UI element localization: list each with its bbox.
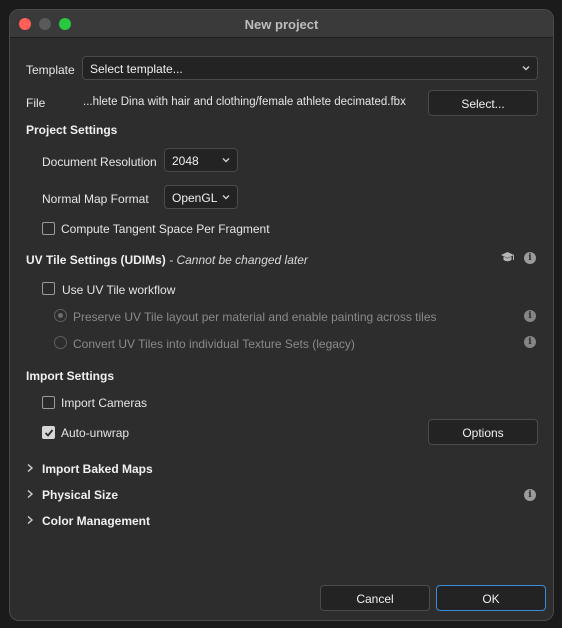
ok-button[interactable]: OK xyxy=(436,585,546,611)
use-uv-tile-label: Use UV Tile workflow xyxy=(62,283,176,297)
physical-size-section[interactable]: Physical Size xyxy=(26,488,118,502)
normal-map-format-label: Normal Map Format xyxy=(42,192,149,206)
info-icon[interactable]: i xyxy=(524,336,536,348)
import-baked-maps-section[interactable]: Import Baked Maps xyxy=(26,462,153,476)
color-management-label: Color Management xyxy=(42,514,151,528)
window-title: New project xyxy=(244,17,319,32)
preserve-uv-tile-label: Preserve UV Tile layout per material and… xyxy=(73,310,437,324)
chevron-down-icon xyxy=(522,66,530,71)
checkmark-icon xyxy=(44,429,54,437)
document-resolution-select[interactable]: 2048 xyxy=(164,148,238,172)
chevron-right-icon xyxy=(27,463,34,473)
options-button[interactable]: Options xyxy=(428,419,538,445)
template-label: Template xyxy=(26,63,75,77)
cancel-button[interactable]: Cancel xyxy=(320,585,430,611)
preserve-uv-tile-radio[interactable] xyxy=(54,309,67,322)
compute-tangent-checkbox[interactable] xyxy=(42,222,55,235)
chevron-down-icon xyxy=(222,158,230,163)
template-select[interactable]: Select template... xyxy=(82,56,538,80)
auto-unwrap-checkbox[interactable] xyxy=(42,426,55,439)
chevron-down-icon xyxy=(222,195,230,200)
compute-tangent-label: Compute Tangent Space Per Fragment xyxy=(61,222,270,236)
auto-unwrap-label: Auto-unwrap xyxy=(61,426,130,440)
import-baked-maps-label: Import Baked Maps xyxy=(42,462,153,476)
select-file-button[interactable]: Select... xyxy=(428,90,538,116)
template-select-value: Select template... xyxy=(90,62,183,76)
uv-tile-heading-row: UV Tile Settings (UDIMs) - Cannot be cha… xyxy=(26,253,308,267)
convert-uv-tile-radio[interactable] xyxy=(54,336,67,349)
document-resolution-label: Document Resolution xyxy=(42,155,157,169)
chevron-right-icon xyxy=(27,489,34,499)
chevron-right-icon xyxy=(27,515,34,525)
info-icon[interactable]: i xyxy=(524,489,536,501)
file-label: File xyxy=(26,96,46,110)
info-icon[interactable]: i xyxy=(524,310,536,322)
uv-tile-settings-heading: UV Tile Settings (UDIMs) xyxy=(26,253,166,267)
color-management-section[interactable]: Color Management xyxy=(26,514,150,528)
import-cameras-checkbox[interactable] xyxy=(42,396,55,409)
file-path: ...hlete Dina with hair and clothing/fem… xyxy=(83,96,406,108)
project-settings-heading: Project Settings xyxy=(26,123,118,137)
graduation-cap-icon[interactable] xyxy=(500,251,515,264)
use-uv-tile-checkbox[interactable] xyxy=(42,282,55,295)
physical-size-label: Physical Size xyxy=(42,488,119,502)
normal-map-format-select[interactable]: OpenGL xyxy=(164,185,238,209)
title-bar: New project xyxy=(10,10,553,38)
uv-tile-note: - Cannot be changed later xyxy=(165,253,308,267)
normal-map-format-value: OpenGL xyxy=(172,191,218,205)
convert-uv-tile-label: Convert UV Tiles into individual Texture… xyxy=(73,337,355,351)
import-settings-heading: Import Settings xyxy=(26,369,115,383)
import-cameras-label: Import Cameras xyxy=(61,396,148,410)
info-icon[interactable]: i xyxy=(524,252,536,264)
document-resolution-value: 2048 xyxy=(172,154,199,168)
new-project-dialog: New project Template Select template... … xyxy=(9,9,554,621)
